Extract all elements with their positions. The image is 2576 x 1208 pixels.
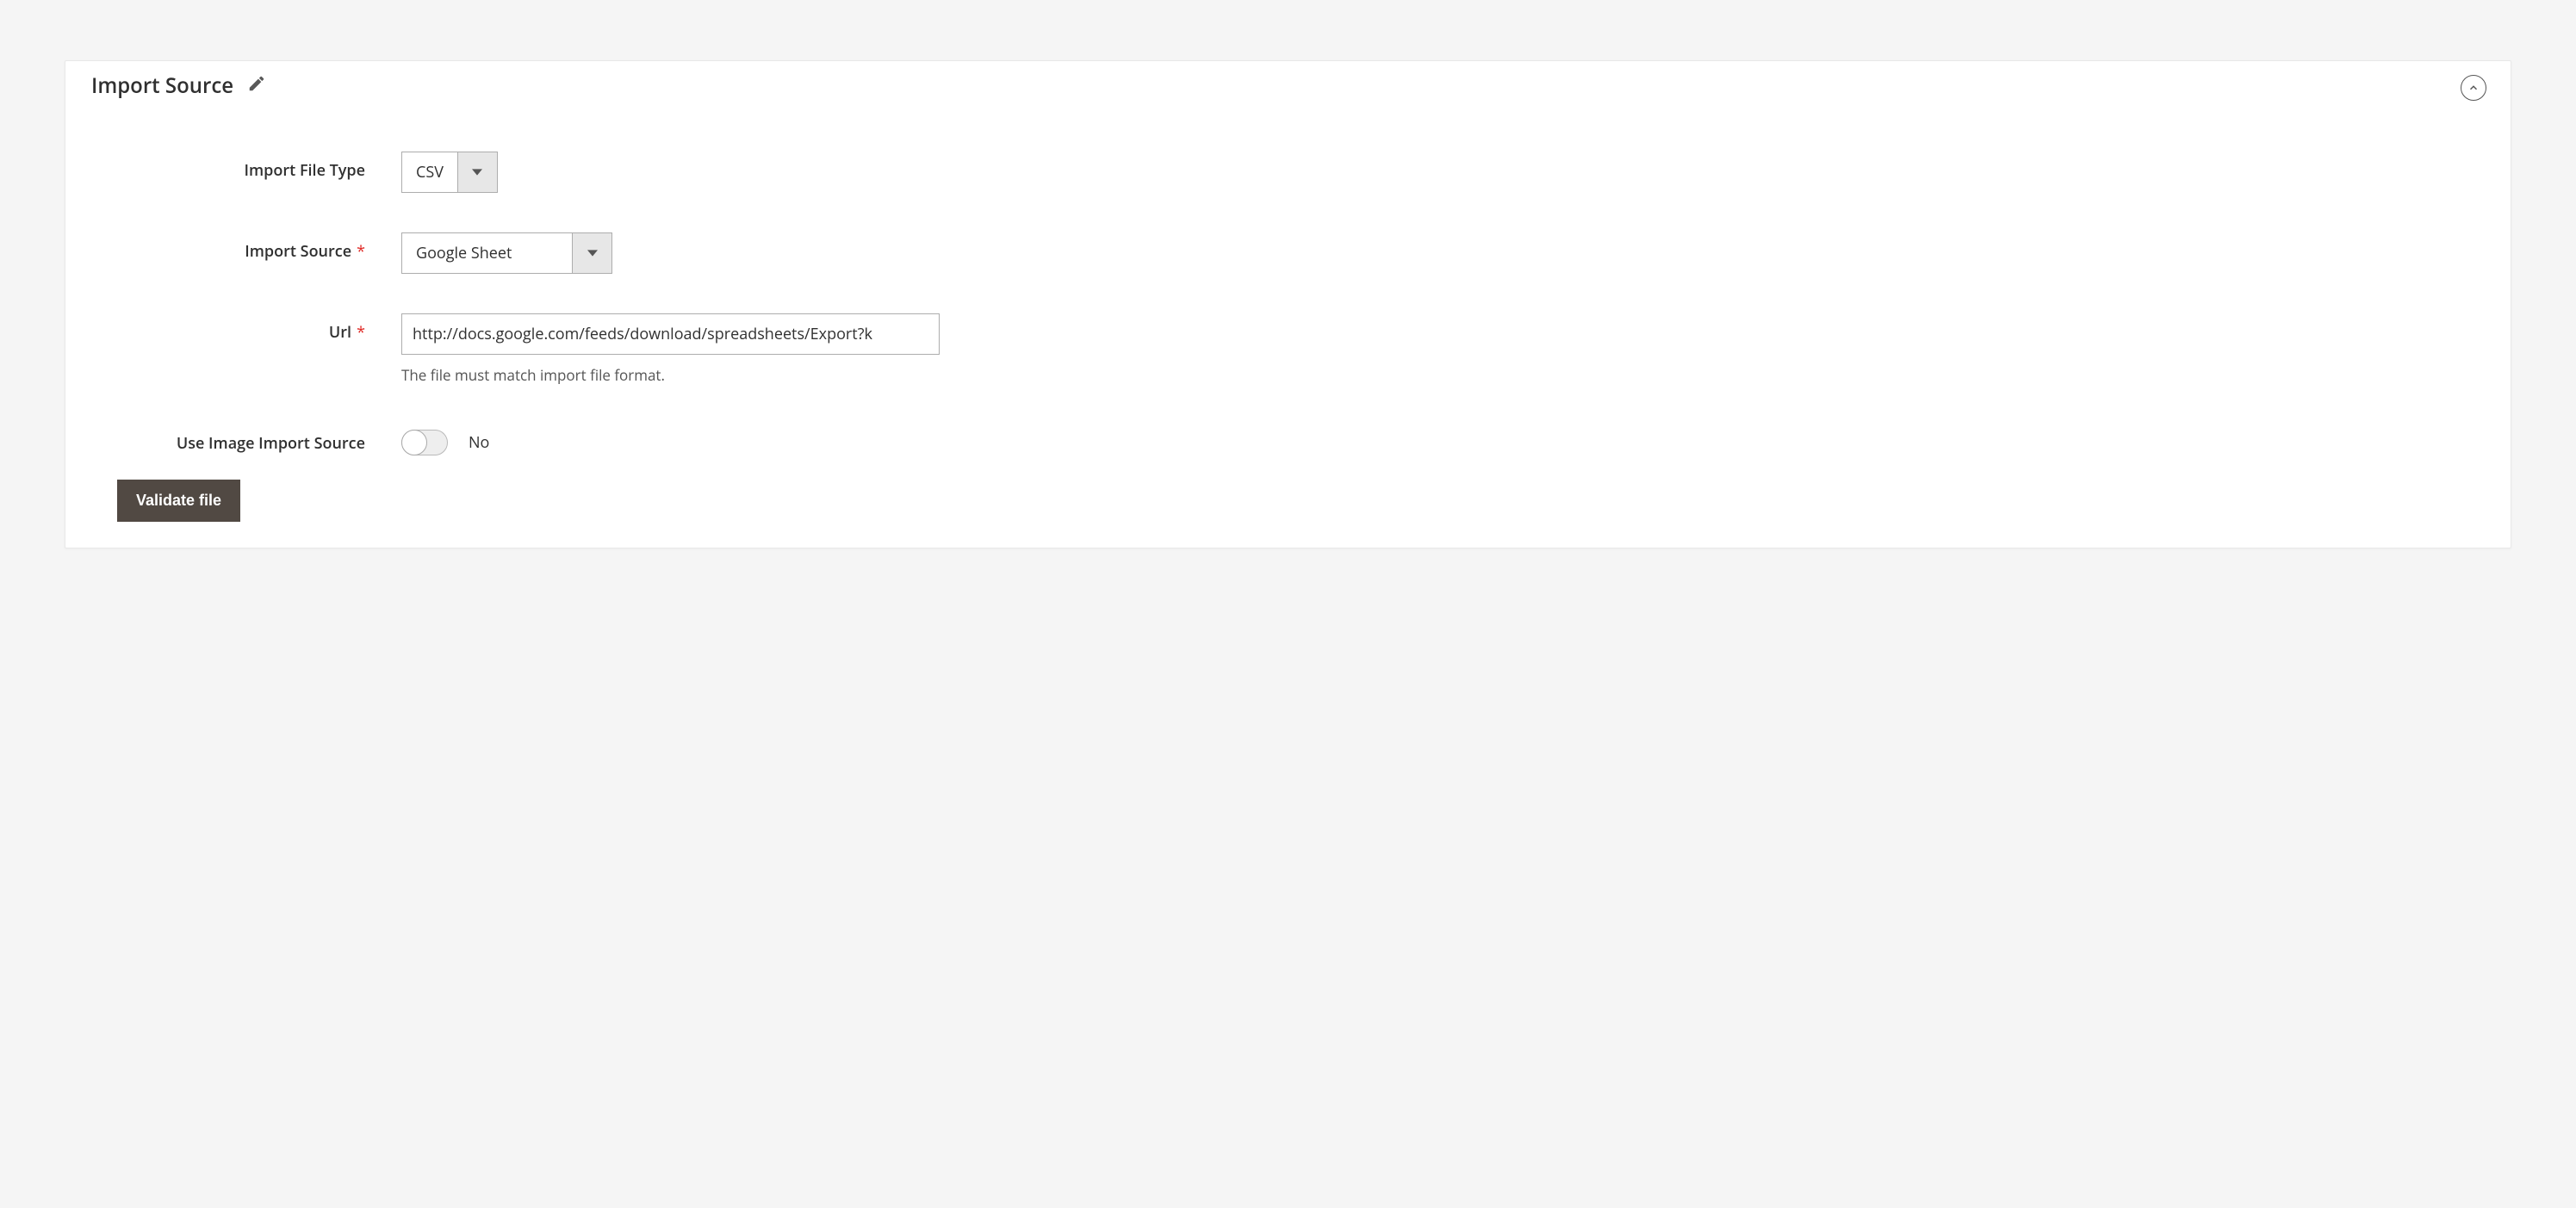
row-import-source: Import Source* Google Sheet bbox=[91, 232, 2485, 274]
import-source-value: Google Sheet bbox=[402, 233, 572, 273]
image-source-toggle[interactable] bbox=[401, 430, 448, 455]
label-image-source: Use Image Import Source bbox=[91, 424, 401, 454]
required-marker: * bbox=[357, 322, 365, 343]
panel-header: Import Source bbox=[91, 71, 2485, 100]
row-url: Url* The file must match import file for… bbox=[91, 313, 2485, 385]
validate-button[interactable]: Validate file bbox=[117, 480, 240, 522]
file-type-value: CSV bbox=[402, 152, 457, 192]
chevron-down-icon bbox=[457, 152, 497, 192]
image-source-state: No bbox=[469, 432, 489, 453]
required-marker: * bbox=[357, 241, 365, 262]
label-import-source: Import Source* bbox=[91, 232, 401, 262]
url-input[interactable] bbox=[401, 313, 940, 355]
import-source-panel: Import Source Import File Type CSV Impor… bbox=[65, 60, 2511, 548]
toggle-knob bbox=[401, 430, 427, 455]
chevron-down-icon bbox=[572, 233, 611, 273]
row-file-type: Import File Type CSV bbox=[91, 152, 2485, 193]
import-source-select[interactable]: Google Sheet bbox=[401, 232, 612, 274]
row-image-source: Use Image Import Source No bbox=[91, 424, 2485, 455]
edit-icon[interactable] bbox=[247, 74, 266, 97]
file-type-select[interactable]: CSV bbox=[401, 152, 498, 193]
panel-title: Import Source bbox=[91, 71, 233, 100]
url-help-text: The file must match import file format. bbox=[401, 365, 940, 385]
label-file-type: Import File Type bbox=[91, 152, 401, 181]
label-url: Url* bbox=[91, 313, 401, 343]
collapse-button[interactable] bbox=[2461, 75, 2486, 101]
